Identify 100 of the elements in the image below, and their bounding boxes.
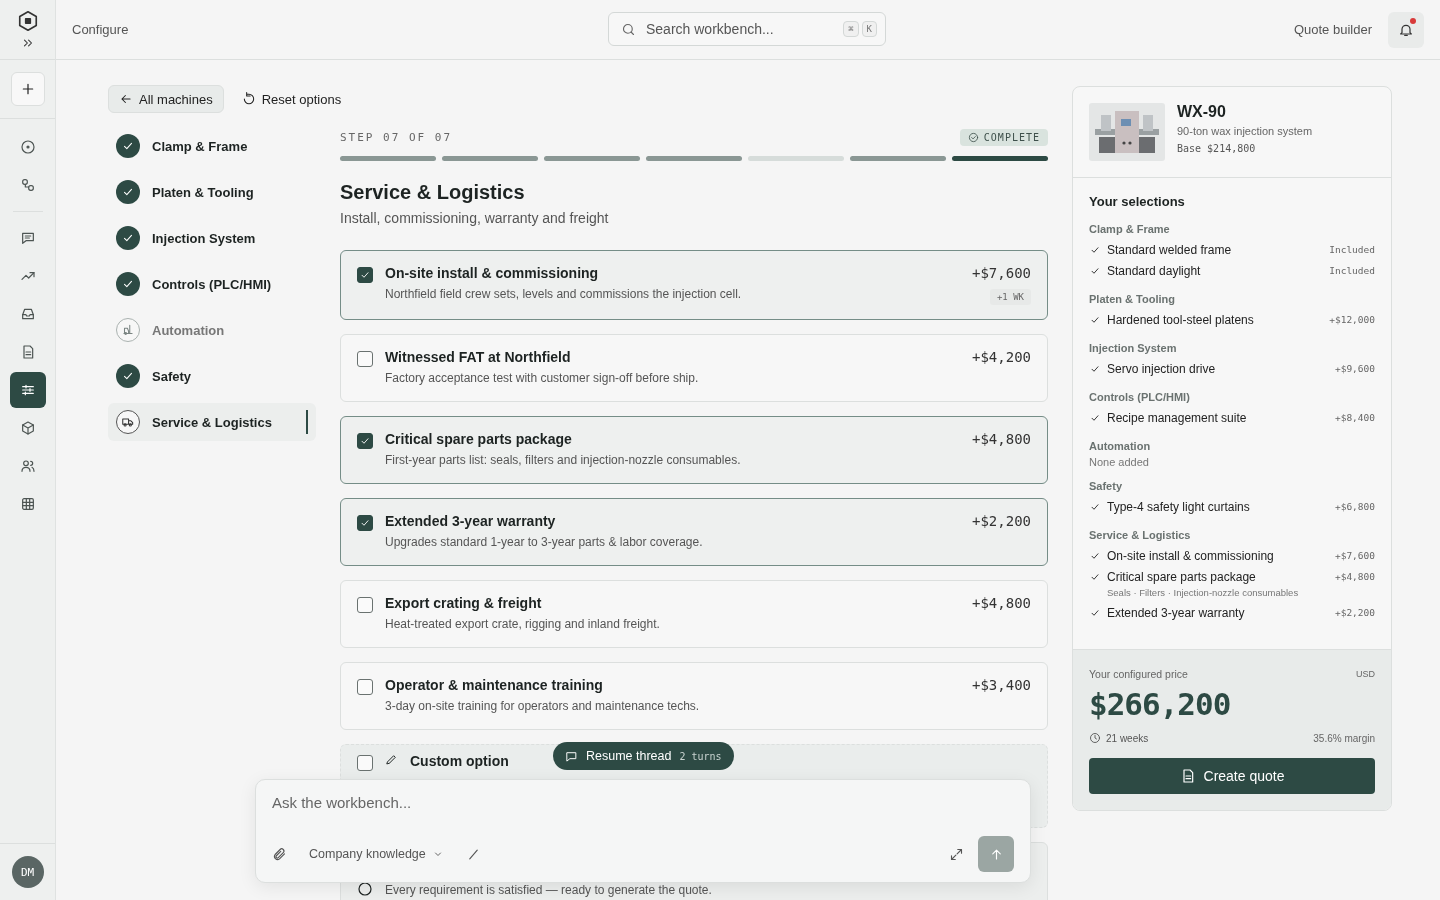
option-price: +$4,200 [972,349,1031,365]
paperclip-icon [272,846,287,862]
section-subtitle: Install, commissioning, warranty and freight [340,210,610,226]
option-card[interactable]: Witnessed FAT at Northfield Factory acceptance test with customer sign-off before ship. +$4,200 [340,334,1048,402]
group-name: Automation [1089,440,1152,452]
pencil-icon [385,753,398,766]
step-item[interactable]: Clamp & Frame [108,127,316,165]
base-price: Base $214,800 [1177,143,1257,154]
search-field[interactable]: Search workbench... ⌘ K [608,12,886,46]
step-item[interactable]: Automation [108,311,316,349]
step-item[interactable]: Injection System [108,219,316,257]
option-card[interactable]: Critical spare parts package First-year parts list: seals, filters and injection-nozzle consumables. +$4,800 [340,416,1048,484]
knowledge-dropdown[interactable]: Company knowledge [301,847,452,861]
new-button[interactable] [10,72,45,106]
chat-icon [565,749,578,763]
truck-icon [121,415,135,429]
group-name: Controls (PLC/HMI) [1089,391,1191,403]
option-title: On-site install & commissioning [385,265,600,281]
option-card[interactable]: Operator & maintenance training 3-day on-site training for operators and maintenance techs. +$3,400 [340,662,1048,730]
selection-price: +$4,800 [1334,571,1375,582]
selection-price: +$6,800 [1334,501,1375,512]
selection-price: +$7,600 [1334,550,1375,561]
option-price: +$4,800 [972,431,1031,447]
message-input[interactable]: Ask the workbench... [272,794,1014,811]
option-card[interactable]: On-site install & commissioning Northfield field crew sets, levels and commissions the injection cell. +$7,600 +1 WK [340,250,1048,320]
nodes-icon [19,177,36,193]
back-button[interactable]: All machines [108,85,224,113]
option-title: Critical spare parts package [385,431,573,447]
user-avatar[interactable]: DM [11,856,44,888]
grid-icon [19,496,36,512]
cube-icon [19,420,36,436]
group-name: Service & Logistics [1089,529,1192,541]
check-icon [359,269,371,281]
search-input[interactable]: Search workbench... [644,20,836,38]
selection-label: Critical spare parts package [1107,569,1257,584]
status-badge: COMPLETE [959,129,1048,146]
option-title: Witnessed FAT at Northfield [385,349,572,365]
shortcut-key: K [861,21,877,37]
checkbox[interactable] [357,351,373,367]
page-title: Configure [72,22,129,37]
option-description: Northfield field crew sets, levels and commissions the injection cell. [385,287,743,301]
resume-thread-button[interactable]: Resume thread 2 turns [553,742,734,770]
group-name: Platen & Tooling [1089,293,1176,305]
option-title: Custom option [410,753,509,769]
lead-time: 21 weeks [1106,732,1149,744]
empty-text: None added [1089,456,1150,468]
option-price: +$2,200 [972,513,1031,529]
sliders-icon [19,382,36,398]
option-description: Heat-treated export crate, rigging and inland freight. [385,617,661,631]
selection-price: +$12,000 [1329,314,1375,325]
model-name: WX-90 [1177,103,1227,121]
checkbox[interactable] [357,515,373,531]
check-circle-icon [357,881,373,897]
option-description: Upgrades standard 1-year to 3-year parts & labor coverage. [385,535,704,549]
step-item[interactable]: Safety [108,357,316,395]
margin: 35.6% margin [1313,732,1375,744]
option-title: Export crating & freight [385,595,543,611]
check-icon [359,435,371,447]
selection-price: Included [1329,244,1375,255]
option-price: +$3,400 [972,677,1031,693]
option-description: 3-day on-site training for operators and maintenance techs. [385,699,701,713]
forklift-icon [121,323,135,337]
checkbox[interactable] [357,433,373,449]
notifications-button[interactable] [1388,11,1424,48]
completion-message: Every requirement is satisfied — ready to generate the quote. [385,883,712,897]
step-item[interactable]: Platen & Tooling [108,173,316,211]
checkbox[interactable] [357,755,373,771]
selection-price: +$2,200 [1334,607,1375,618]
option-price: +$4,800 [972,595,1031,611]
total-price: $266,200 [1089,686,1232,722]
step-item[interactable]: Service & Logistics [108,403,316,441]
quote-builder-link[interactable]: Quote builder [1293,22,1372,37]
option-card[interactable]: Extended 3-year warranty Upgrades standard 1-year to 3-year parts & labor coverage. +$2,200 [340,498,1048,566]
rail-button[interactable] [9,372,46,408]
shortcut-key: ⌘ [843,21,859,37]
create-quote-button[interactable]: Create quote [1089,758,1375,794]
checkbox[interactable] [357,267,373,283]
option-card[interactable]: Export crating & freight Heat-treated export crate, rigging and inland freight. +$4,800 [340,580,1048,648]
expand-button[interactable] [949,846,964,862]
checkbox[interactable] [357,679,373,695]
chat-icon [19,230,36,246]
checkbox[interactable] [357,597,373,613]
selection-label: Extended 3-year warranty [1107,605,1246,620]
option-price: +$7,600 [972,265,1031,281]
option-title: Extended 3-year warranty [385,513,557,529]
expand-arrows-icon [949,846,964,862]
selections-heading: Your selections [1089,194,1186,209]
check-circle-icon [967,132,979,143]
selection-label: On-site install & commissioning [1107,548,1275,563]
arrow-left-icon [119,92,133,106]
target-icon [19,139,36,155]
reset-icon [241,92,256,106]
selection-label: Hardened tool-steel platens [1107,312,1255,327]
attach-button[interactable] [272,846,287,862]
selection-price: +$9,600 [1334,363,1375,374]
selection-label: Standard daylight [1107,263,1202,278]
selection-price: +$8,400 [1334,412,1375,423]
selection-label: Servo injection drive [1107,361,1217,376]
step-item[interactable]: Controls (PLC/HMI) [108,265,316,303]
reset-button[interactable]: Reset options [233,91,350,107]
